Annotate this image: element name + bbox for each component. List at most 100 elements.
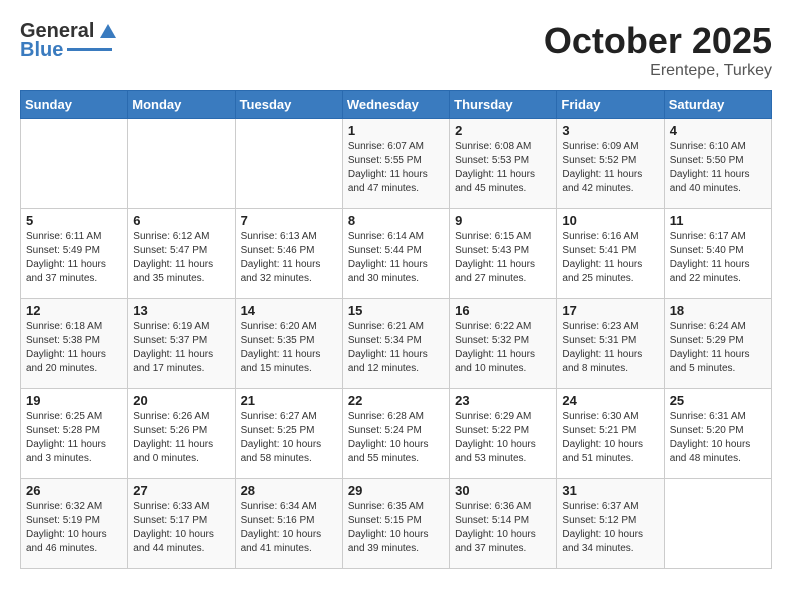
day-cell-17: 17Sunrise: 6:23 AM Sunset: 5:31 PM Dayli… <box>557 299 664 389</box>
day-number-24: 24 <box>562 393 658 408</box>
day-info-16: Sunrise: 6:22 AM Sunset: 5:32 PM Dayligh… <box>455 320 551 376</box>
day-number-3: 3 <box>562 123 658 138</box>
day-number-2: 2 <box>455 123 551 138</box>
header-friday: Friday <box>557 91 664 119</box>
day-number-23: 23 <box>455 393 551 408</box>
day-cell-18: 18 Sunrise: 6:24 AM Sunset: 5:29 PM Dayli… <box>664 299 771 389</box>
day-info-18: Sunrise: 6:24 AM Sunset: 5:29 PM Dayligh… <box>670 320 766 376</box>
day-cell-1: 1Sunrise: 6:07 AM Sunset: 5:55 PM Daylig… <box>342 119 449 209</box>
day-info-1: Sunrise: 6:07 AM Sunset: 5:55 PM Dayligh… <box>348 140 444 196</box>
logo-blue-text: Blue <box>20 39 63 62</box>
day-info-31: Sunrise: 6:37 AM Sunset: 5:12 PM Dayligh… <box>562 500 658 556</box>
day-number-7: 7 <box>241 213 337 228</box>
day-info-30: Sunrise: 6:36 AM Sunset: 5:14 PM Dayligh… <box>455 500 551 556</box>
day-cell-22: 22Sunrise: 6:28 AM Sunset: 5:24 PM Dayli… <box>342 389 449 479</box>
day-number-18: 18 <box>670 303 766 318</box>
day-number-16: 16 <box>455 303 551 318</box>
day-cell-3: 3 Sunrise: 6:09 AM Sunset: 5:52 PM Daylig… <box>557 119 664 209</box>
day-number-5: 5 <box>26 213 122 228</box>
day-number-29: 29 <box>348 483 444 498</box>
week-row-3: 12Sunrise: 6:18 AM Sunset: 5:38 PM Dayli… <box>21 299 772 389</box>
day-info-11: Sunrise: 6:17 AM Sunset: 5:40 PM Dayligh… <box>670 230 766 286</box>
day-info-5: Sunrise: 6:11 AM Sunset: 5:49 PM Dayligh… <box>26 230 122 286</box>
day-cell-9: 9Sunrise: 6:15 AM Sunset: 5:43 PM Daylig… <box>450 209 557 299</box>
day-number-8: 8 <box>348 213 444 228</box>
day-cell-12: 12Sunrise: 6:18 AM Sunset: 5:38 PM Dayli… <box>21 299 128 389</box>
day-number-14: 14 <box>241 303 337 318</box>
day-cell-29: 29 Sunrise: 6:35 AM Sunset: 5:15 PM Dayli… <box>342 479 449 569</box>
header-saturday: Saturday <box>664 91 771 119</box>
week-row-2: 5 Sunrise: 6:11 AM Sunset: 5:49 PM Daylig… <box>21 209 772 299</box>
day-number-11: 11 <box>670 213 766 228</box>
day-cell-20: 20 Sunrise: 6:26 AM Sunset: 5:26 PM Dayli… <box>128 389 235 479</box>
empty-cell <box>128 119 235 209</box>
day-info-12: Sunrise: 6:18 AM Sunset: 5:38 PM Dayligh… <box>26 320 122 376</box>
empty-cell <box>235 119 342 209</box>
day-cell-24: 24 Sunrise: 6:30 AM Sunset: 5:21 PM Dayli… <box>557 389 664 479</box>
day-number-6: 6 <box>133 213 229 228</box>
logo-underline <box>67 48 112 51</box>
day-info-2: Sunrise: 6:08 AM Sunset: 5:53 PM Dayligh… <box>455 140 551 196</box>
day-number-30: 30 <box>455 483 551 498</box>
day-cell-8: 8 Sunrise: 6:14 AM Sunset: 5:44 PM Daylig… <box>342 209 449 299</box>
day-number-9: 9 <box>455 213 551 228</box>
day-number-4: 4 <box>670 123 766 138</box>
day-cell-7: 7Sunrise: 6:13 AM Sunset: 5:46 PM Daylig… <box>235 209 342 299</box>
day-cell-27: 27Sunrise: 6:33 AM Sunset: 5:17 PM Dayli… <box>128 479 235 569</box>
day-info-17: Sunrise: 6:23 AM Sunset: 5:31 PM Dayligh… <box>562 320 658 376</box>
calendar-table: SundayMondayTuesdayWednesdayThursdayFrid… <box>20 90 772 569</box>
day-info-8: Sunrise: 6:14 AM Sunset: 5:44 PM Dayligh… <box>348 230 444 286</box>
location: Erentepe, Turkey <box>544 62 772 80</box>
page-header: General Blue October 2025 Erentepe, Turk… <box>20 20 772 80</box>
day-info-3: Sunrise: 6:09 AM Sunset: 5:52 PM Dayligh… <box>562 140 658 196</box>
day-number-20: 20 <box>133 393 229 408</box>
day-cell-5: 5 Sunrise: 6:11 AM Sunset: 5:49 PM Daylig… <box>21 209 128 299</box>
day-info-21: Sunrise: 6:27 AM Sunset: 5:25 PM Dayligh… <box>241 410 337 466</box>
day-cell-19: 19 Sunrise: 6:25 AM Sunset: 5:28 PM Dayli… <box>21 389 128 479</box>
empty-cell <box>21 119 128 209</box>
day-number-21: 21 <box>241 393 337 408</box>
week-row-5: 26Sunrise: 6:32 AM Sunset: 5:19 PM Dayli… <box>21 479 772 569</box>
day-number-13: 13 <box>133 303 229 318</box>
day-number-27: 27 <box>133 483 229 498</box>
calendar-header-row: SundayMondayTuesdayWednesdayThursdayFrid… <box>21 91 772 119</box>
day-cell-28: 28 Sunrise: 6:34 AM Sunset: 5:16 PM Dayli… <box>235 479 342 569</box>
day-number-10: 10 <box>562 213 658 228</box>
header-sunday: Sunday <box>21 91 128 119</box>
day-cell-2: 2 Sunrise: 6:08 AM Sunset: 5:53 PM Daylig… <box>450 119 557 209</box>
day-number-28: 28 <box>241 483 337 498</box>
week-row-4: 19 Sunrise: 6:25 AM Sunset: 5:28 PM Dayli… <box>21 389 772 479</box>
header-wednesday: Wednesday <box>342 91 449 119</box>
logo: General Blue <box>20 20 118 62</box>
day-cell-25: 25Sunrise: 6:31 AM Sunset: 5:20 PM Dayli… <box>664 389 771 479</box>
day-cell-6: 6 Sunrise: 6:12 AM Sunset: 5:47 PM Daylig… <box>128 209 235 299</box>
header-tuesday: Tuesday <box>235 91 342 119</box>
header-thursday: Thursday <box>450 91 557 119</box>
day-cell-31: 31Sunrise: 6:37 AM Sunset: 5:12 PM Dayli… <box>557 479 664 569</box>
day-info-13: Sunrise: 6:19 AM Sunset: 5:37 PM Dayligh… <box>133 320 229 376</box>
day-cell-23: 23 Sunrise: 6:29 AM Sunset: 5:22 PM Dayli… <box>450 389 557 479</box>
day-info-23: Sunrise: 6:29 AM Sunset: 5:22 PM Dayligh… <box>455 410 551 466</box>
day-cell-15: 15Sunrise: 6:21 AM Sunset: 5:34 PM Dayli… <box>342 299 449 389</box>
day-info-28: Sunrise: 6:34 AM Sunset: 5:16 PM Dayligh… <box>241 500 337 556</box>
day-info-29: Sunrise: 6:35 AM Sunset: 5:15 PM Dayligh… <box>348 500 444 556</box>
day-number-15: 15 <box>348 303 444 318</box>
day-cell-11: 11 Sunrise: 6:17 AM Sunset: 5:40 PM Dayli… <box>664 209 771 299</box>
day-cell-21: 21 Sunrise: 6:27 AM Sunset: 5:25 PM Dayli… <box>235 389 342 479</box>
day-info-20: Sunrise: 6:26 AM Sunset: 5:26 PM Dayligh… <box>133 410 229 466</box>
day-number-19: 19 <box>26 393 122 408</box>
day-info-6: Sunrise: 6:12 AM Sunset: 5:47 PM Dayligh… <box>133 230 229 286</box>
day-cell-30: 30 Sunrise: 6:36 AM Sunset: 5:14 PM Dayli… <box>450 479 557 569</box>
title-section: October 2025 Erentepe, Turkey <box>544 20 772 80</box>
day-cell-13: 13 Sunrise: 6:19 AM Sunset: 5:37 PM Dayli… <box>128 299 235 389</box>
week-row-1: 1Sunrise: 6:07 AM Sunset: 5:55 PM Daylig… <box>21 119 772 209</box>
day-number-25: 25 <box>670 393 766 408</box>
day-info-24: Sunrise: 6:30 AM Sunset: 5:21 PM Dayligh… <box>562 410 658 466</box>
empty-cell <box>664 479 771 569</box>
header-monday: Monday <box>128 91 235 119</box>
day-cell-16: 16 Sunrise: 6:22 AM Sunset: 5:32 PM Dayli… <box>450 299 557 389</box>
day-info-19: Sunrise: 6:25 AM Sunset: 5:28 PM Dayligh… <box>26 410 122 466</box>
day-number-22: 22 <box>348 393 444 408</box>
day-info-14: Sunrise: 6:20 AM Sunset: 5:35 PM Dayligh… <box>241 320 337 376</box>
day-info-10: Sunrise: 6:16 AM Sunset: 5:41 PM Dayligh… <box>562 230 658 286</box>
